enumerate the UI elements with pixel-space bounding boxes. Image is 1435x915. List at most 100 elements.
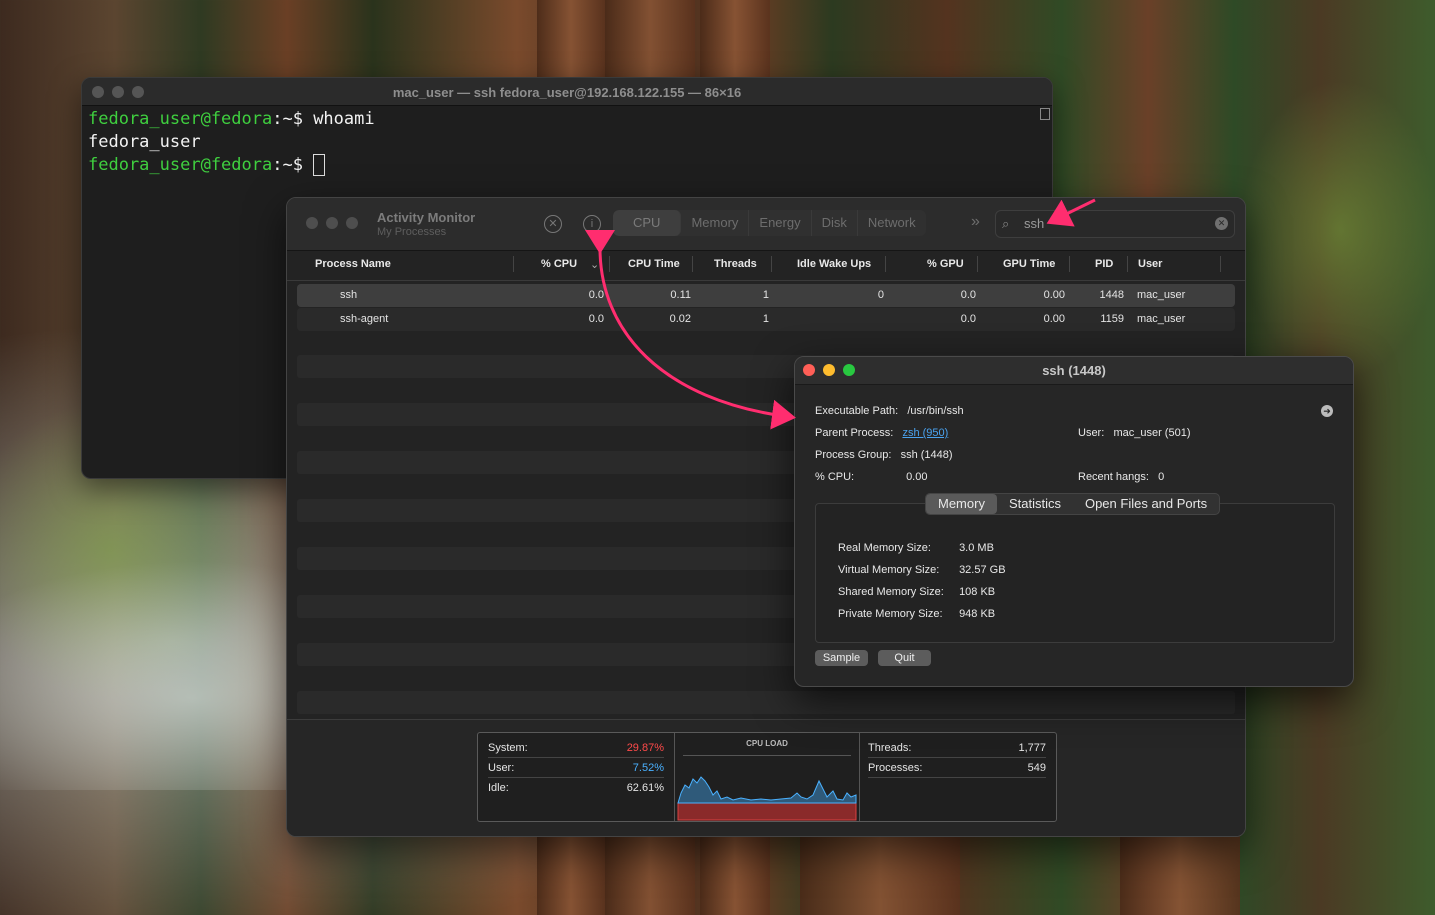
system-load-area bbox=[677, 802, 857, 821]
stat-value: 1,777 bbox=[1018, 742, 1046, 754]
memory-value: 32.57 GB bbox=[959, 564, 1006, 576]
user-value: mac_user (501) bbox=[1113, 427, 1191, 439]
cell-user: mac_user bbox=[1137, 313, 1186, 325]
cpu-value: 0.00 bbox=[906, 471, 928, 483]
stat-threads: Threads: 1,777 bbox=[868, 737, 1046, 758]
tab-network[interactable]: Network bbox=[858, 210, 926, 236]
clear-search-icon[interactable]: ✕ bbox=[1215, 217, 1228, 230]
cpu-stats-box: System: 29.87% User: 7.52% Idle: 62.61% … bbox=[477, 732, 1057, 822]
cpu-load-graph: CPU LOAD bbox=[674, 733, 860, 821]
tab-open-files-and-ports[interactable]: Open Files and Ports bbox=[1073, 494, 1219, 514]
table-row[interactable]: ssh 0.0 0.11 1 0 0.0 0.00 1448 mac_user bbox=[297, 284, 1235, 307]
inspector-title: ssh (1448) bbox=[1042, 363, 1106, 378]
tab-statistics[interactable]: Statistics bbox=[997, 494, 1073, 514]
tab-cpu[interactable]: CPU bbox=[613, 210, 682, 236]
zoom-dot[interactable] bbox=[346, 217, 358, 229]
quit-button[interactable]: Quit bbox=[878, 650, 931, 666]
field-label: User: bbox=[1078, 427, 1105, 439]
tab-memory[interactable]: Memory bbox=[681, 210, 750, 236]
cell-user: mac_user bbox=[1137, 289, 1186, 301]
background-foliage bbox=[1240, 80, 1435, 380]
column-threads[interactable]: Threads bbox=[714, 258, 757, 270]
inspector-titlebar[interactable]: ssh (1448) bbox=[795, 357, 1353, 385]
activity-monitor-toolbar: Activity Monitor My Processes ✕ i CPU Me… bbox=[287, 198, 1245, 251]
stat-system: System: 29.87% bbox=[488, 737, 664, 758]
terminal-titlebar[interactable]: mac_user — ssh fedora_user@192.168.122.1… bbox=[82, 78, 1052, 106]
field-label: Private Memory Size: bbox=[838, 608, 943, 620]
terminal-line: fedora_user@fedora:~$ bbox=[88, 154, 1046, 177]
column-idle-wake-ups[interactable]: Idle Wake Ups bbox=[797, 258, 871, 270]
column-cpu[interactable]: % CPU bbox=[541, 258, 577, 270]
memory-row: Virtual Memory Size: 32.57 GB bbox=[838, 564, 1006, 576]
recent-hangs-row: Recent hangs: 0 bbox=[1078, 471, 1164, 483]
user-row: User: mac_user (501) bbox=[1078, 427, 1191, 439]
field-label: Process Group: bbox=[815, 449, 892, 461]
close-dot[interactable] bbox=[306, 217, 318, 229]
chevron-right-icon[interactable]: » bbox=[971, 213, 980, 231]
table-row[interactable]: ssh-agent 0.0 0.02 1 0.0 0.00 1159 mac_u… bbox=[297, 308, 1235, 331]
column-divider bbox=[692, 256, 693, 272]
memory-row: Real Memory Size: 3.0 MB bbox=[838, 542, 994, 554]
info-icon[interactable]: i bbox=[583, 215, 601, 233]
memory-value: 948 KB bbox=[959, 608, 996, 620]
terminal-prompt: fedora_user@fedora bbox=[88, 155, 273, 175]
cell-pid: 1159 bbox=[1100, 313, 1124, 325]
stat-label: Processes: bbox=[868, 762, 923, 774]
memory-value: 3.0 MB bbox=[959, 542, 994, 554]
column-gpu-time[interactable]: GPU Time bbox=[1003, 258, 1055, 270]
tab-memory[interactable]: Memory bbox=[926, 494, 997, 514]
memory-panel: Real Memory Size: 3.0 MB Virtual Memory … bbox=[815, 503, 1335, 643]
memory-row: Shared Memory Size: 108 KB bbox=[838, 586, 995, 598]
terminal-title: mac_user — ssh fedora_user@192.168.122.1… bbox=[392, 85, 742, 100]
terminal-prompt-sep: :~$ bbox=[272, 155, 303, 175]
table-header: Process Name % CPU ⌄ CPU Time Threads Id… bbox=[287, 250, 1245, 281]
field-label: Virtual Memory Size: bbox=[838, 564, 940, 576]
terminal-line: fedora_user bbox=[88, 131, 1046, 154]
column-pid[interactable]: PID bbox=[1095, 258, 1113, 270]
cell-gpu: 0.0 bbox=[960, 289, 976, 301]
tab-energy[interactable]: Energy bbox=[749, 210, 812, 236]
search-field[interactable]: ⌕ ✕ bbox=[995, 210, 1235, 238]
terminal-body[interactable]: fedora_user@fedora:~$ whoami fedora_user… bbox=[82, 106, 1052, 179]
window-controls bbox=[306, 217, 358, 229]
executable-path-value: /usr/bin/ssh bbox=[907, 405, 964, 417]
column-user[interactable]: User bbox=[1138, 258, 1162, 270]
stat-label: System: bbox=[488, 742, 528, 754]
process-name: ssh-agent bbox=[340, 313, 389, 325]
reveal-arrow-icon[interactable]: ➜ bbox=[1321, 405, 1333, 417]
cell-cpu: 0.0 bbox=[588, 289, 604, 301]
cell-gpu-time: 0.00 bbox=[1043, 313, 1065, 325]
process-inspector-window[interactable]: ssh (1448) Executable Path: /usr/bin/ssh… bbox=[794, 356, 1354, 687]
column-divider bbox=[1069, 256, 1070, 272]
minimize-dot[interactable] bbox=[326, 217, 338, 229]
column-process-name[interactable]: Process Name bbox=[315, 258, 391, 270]
memory-row: Private Memory Size: 948 KB bbox=[838, 608, 995, 620]
sample-button[interactable]: Sample bbox=[815, 650, 868, 666]
tab-disk[interactable]: Disk bbox=[812, 210, 858, 236]
stat-value: 549 bbox=[1027, 762, 1046, 774]
stat-idle: Idle: 62.61% bbox=[488, 777, 664, 797]
process-name: ssh bbox=[340, 289, 358, 301]
column-gpu[interactable]: % GPU bbox=[927, 258, 964, 270]
field-label: Recent hangs: bbox=[1078, 471, 1149, 483]
recent-hangs-value: 0 bbox=[1158, 471, 1165, 483]
column-divider bbox=[977, 256, 978, 272]
terminal-command: whoami bbox=[302, 109, 375, 129]
parent-process-row: Parent Process: zsh (950) bbox=[815, 427, 948, 439]
stat-label: Threads: bbox=[868, 742, 912, 754]
stop-process-icon[interactable]: ✕ bbox=[544, 215, 562, 233]
stat-label: Idle: bbox=[488, 782, 509, 794]
column-cpu-time[interactable]: CPU Time bbox=[628, 258, 680, 270]
terminal-prompt-sep: :~$ bbox=[272, 109, 303, 129]
search-input[interactable] bbox=[1022, 215, 1206, 232]
field-label: Shared Memory Size: bbox=[838, 586, 944, 598]
parent-process-link[interactable]: zsh (950) bbox=[902, 427, 948, 439]
thread-stats: Threads: 1,777 Processes: 549 bbox=[858, 733, 1056, 821]
cell-threads: 1 bbox=[762, 289, 769, 301]
field-label: Real Memory Size: bbox=[838, 542, 931, 554]
terminal-output: fedora_user bbox=[88, 132, 201, 152]
terminal-scroll-indicator[interactable] bbox=[1040, 108, 1050, 120]
sort-chevron-icon[interactable]: ⌄ bbox=[590, 258, 599, 271]
column-divider bbox=[1127, 256, 1128, 272]
memory-value: 108 KB bbox=[959, 586, 996, 598]
